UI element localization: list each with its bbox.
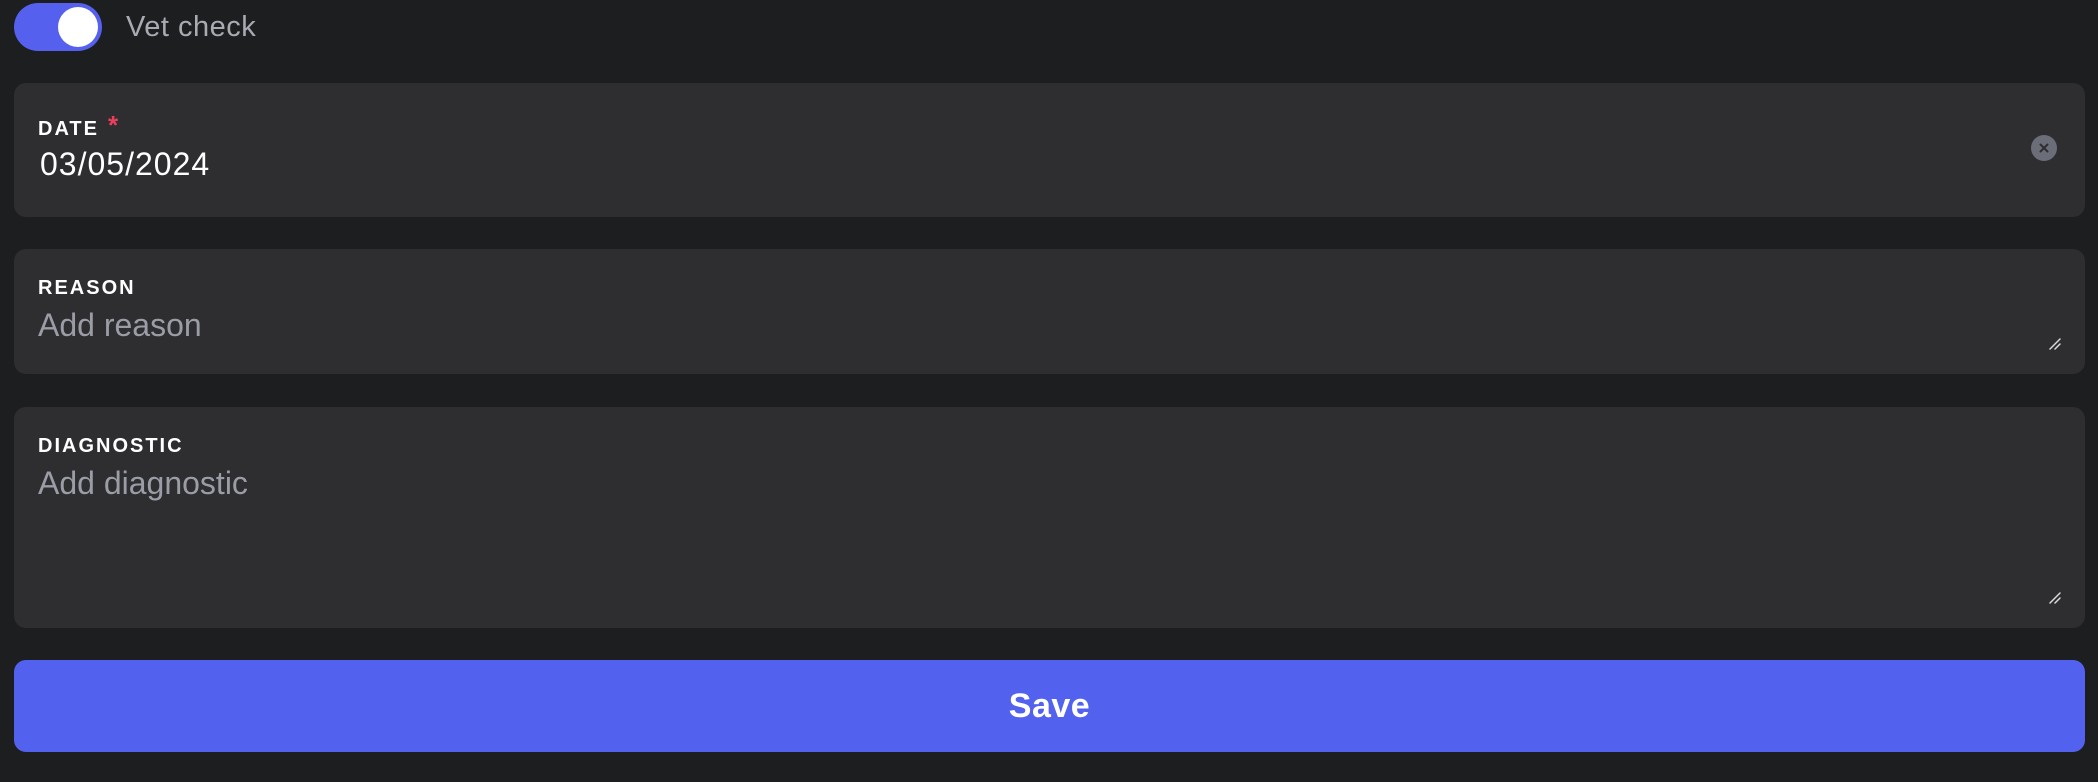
reason-label: REASON — [38, 277, 136, 299]
diagnostic-label-row: DIAGNOSTIC — [38, 435, 184, 458]
date-label: DATE — [38, 118, 99, 140]
vet-check-label: Vet check — [126, 10, 257, 43]
date-input[interactable] — [40, 146, 640, 183]
diagnostic-input[interactable] — [38, 465, 2061, 605]
close-circle-icon — [2039, 143, 2049, 153]
resize-handle-icon[interactable] — [2047, 590, 2061, 604]
date-label-row: DATE * — [38, 110, 118, 141]
vet-check-toggle[interactable] — [14, 3, 102, 51]
clear-date-button[interactable] — [2031, 135, 2057, 161]
save-button[interactable]: Save — [14, 660, 2085, 752]
diagnostic-label: DIAGNOSTIC — [38, 435, 184, 457]
vet-check-row: Vet check — [14, 3, 256, 51]
toggle-knob — [58, 7, 98, 47]
vet-check-form: Vet check DATE * REASON DIAGNOSTIC Sa — [0, 0, 2098, 782]
reason-input[interactable] — [38, 307, 2061, 357]
diagnostic-field[interactable]: DIAGNOSTIC — [14, 407, 2085, 628]
reason-field[interactable]: REASON — [14, 249, 2085, 374]
date-field[interactable]: DATE * — [14, 83, 2085, 217]
reason-label-row: REASON — [38, 277, 136, 300]
resize-handle-icon[interactable] — [2047, 336, 2061, 350]
required-asterisk: * — [107, 110, 119, 140]
